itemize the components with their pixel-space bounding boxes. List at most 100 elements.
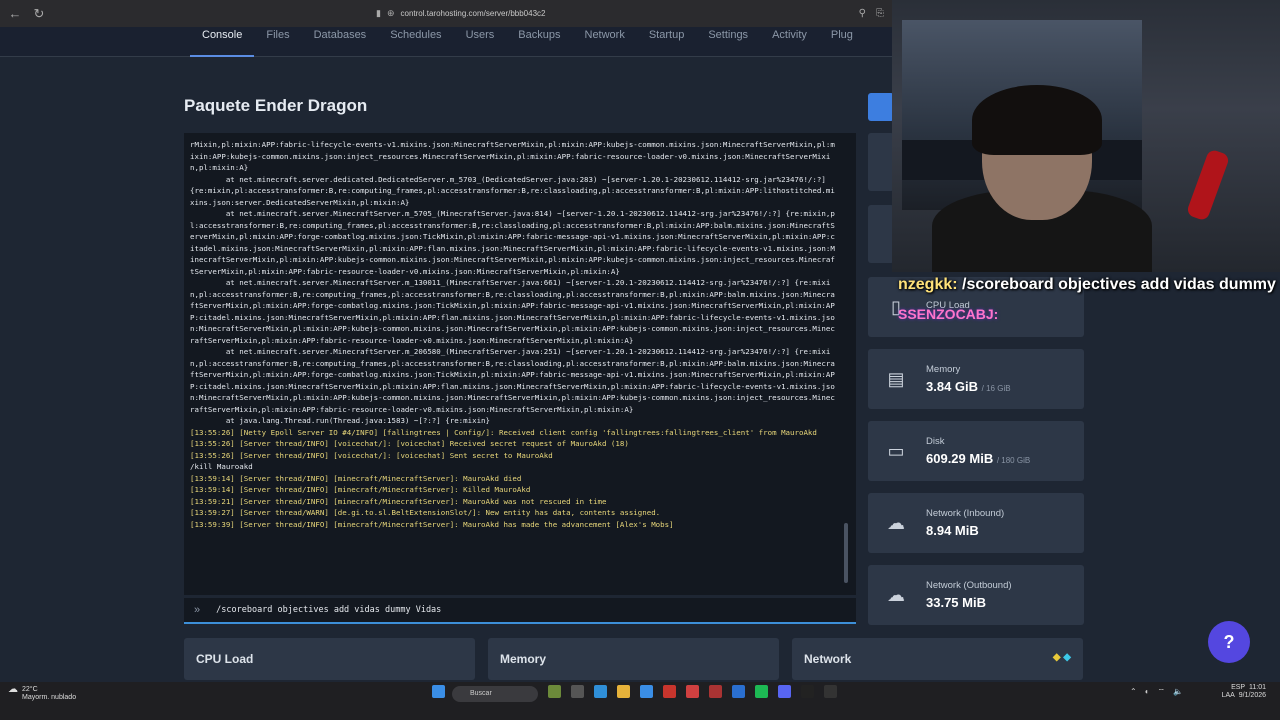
console-scrollbar[interactable]	[844, 523, 848, 583]
weather-icon: ☁	[8, 684, 18, 695]
tray-chevron-icon[interactable]: ⌃	[1130, 687, 1137, 697]
side-card-uptime	[868, 205, 894, 263]
address-bar[interactable]: ▮ ⊕ control.tarohosting.com/server/bbb04…	[376, 8, 545, 19]
tray-app-icon[interactable]: ◐	[1145, 687, 1150, 697]
task-view-icon[interactable]	[571, 685, 584, 698]
tab-schedules[interactable]: Schedules	[378, 27, 453, 57]
stat-value: 3.84 GiB / 16 GiB	[926, 379, 1011, 394]
chart-card-title: CPU Load	[196, 652, 254, 666]
console-line: at java.lang.Thread.run(Thread.java:1583…	[190, 416, 491, 425]
page-title: Paquete Ender Dragon	[184, 96, 368, 115]
console-line: [13:55:26] [Netty Epoll Server IO #4/INF…	[190, 427, 817, 437]
clock-time: 11:01	[1249, 684, 1266, 691]
cloud-download-icon: ☁	[887, 513, 905, 533]
back-icon[interactable]: ←	[8, 6, 22, 21]
tab-plug[interactable]: Plug	[819, 27, 865, 57]
stat-card: ☁ Network (Outbound) 33.75 MiB	[868, 565, 1084, 625]
chart-card-memory: Memory	[488, 638, 779, 680]
chart-card-title: Memory	[500, 652, 547, 666]
system-clock[interactable]: ESP 11:01 LAA 9/1/2026	[1222, 684, 1266, 700]
stat-value-limit: / 16 GiB	[981, 384, 1011, 393]
site-info-icon[interactable]: ⊕	[387, 8, 395, 19]
capcut-icon[interactable]	[801, 685, 814, 698]
stat-card: ☁ Network (Inbound) 8.94 MiB	[868, 493, 1084, 553]
tab-console[interactable]: Console	[190, 27, 255, 57]
stat-label: Memory	[926, 364, 961, 375]
memory-icon: ▤	[887, 369, 905, 389]
console-line: [13:59:21] [Server thread/INFO] [minecra…	[190, 496, 607, 506]
cloud-upload-icon: ☁	[887, 585, 905, 605]
tab-files[interactable]: Files	[254, 27, 301, 57]
browser-toolbar: ← ↻ ▮ ⊕ control.tarohosting.com/server/b…	[0, 0, 892, 27]
server-nav-tabs: Console Files Databases Schedules Users Backu…	[0, 27, 892, 57]
console-line: /kill Mauroakd	[190, 462, 253, 471]
wifi-icon[interactable]: ⌔	[1158, 687, 1166, 697]
app-calendar-icon[interactable]	[709, 685, 722, 698]
spotify-icon[interactable]	[755, 685, 768, 698]
console-line: [13:59:39] [Server thread/INFO] [minecra…	[190, 519, 674, 529]
command-input[interactable]: /scoreboard objectives add vidas dummy V…	[216, 605, 441, 615]
windows-taskbar: ☁ 22°C Mayorm. nublado Buscar ⌃ ◐ ⌔ 🔈 ES…	[0, 682, 1280, 720]
legend-icon: ◆ ◆	[1052, 652, 1071, 663]
tab-network[interactable]: Network	[573, 27, 637, 57]
app-icon[interactable]	[640, 685, 653, 698]
tab-activity[interactable]: Activity	[760, 27, 819, 57]
disk-icon: ▭	[887, 441, 905, 461]
search-placeholder: Buscar	[470, 690, 492, 697]
console-line: at net.minecraft.server.MinecraftServer.…	[190, 278, 835, 345]
console-line: at net.minecraft.server.MinecraftServer.…	[190, 209, 835, 276]
stream-chat-message: nzegkk: /scoreboard objectives add vidas…	[898, 276, 1276, 294]
chart-card-cpu: CPU Load	[184, 638, 475, 680]
app-red-icon[interactable]	[686, 685, 699, 698]
taskbar-search[interactable]: Buscar	[452, 686, 538, 702]
command-input-bar[interactable]: » /scoreboard objectives add vidas dummy…	[184, 598, 856, 624]
volume-icon[interactable]: 🔈	[1173, 687, 1183, 697]
start-icon[interactable]	[432, 685, 445, 698]
obs-icon[interactable]	[824, 685, 837, 698]
tab-settings[interactable]: Settings	[696, 27, 760, 57]
lang-indicator: ESP	[1231, 684, 1246, 691]
tab-backups[interactable]: Backups	[506, 27, 572, 57]
reload-icon[interactable]: ↻	[32, 6, 46, 22]
chat-text: /scoreboard objectives add vidas dummy	[962, 276, 1276, 293]
tab-startup[interactable]: Startup	[637, 27, 696, 57]
zoom-icon[interactable]: ⚲	[859, 8, 866, 19]
console-line: [13:55:26] [Server thread/INFO] [voicech…	[190, 439, 629, 448]
chart-card-network: Network ◆ ◆	[792, 638, 1083, 680]
console-line: [13:59:14] [Server thread/INFO] [minecra…	[190, 473, 522, 483]
stat-card: ▤ Memory 3.84 GiB / 16 GiB	[868, 349, 1084, 409]
tab-users[interactable]: Users	[454, 27, 507, 57]
bookmark-icon[interactable]: ▮	[376, 8, 381, 19]
widgets-icon[interactable]	[548, 685, 561, 698]
app-blue-icon[interactable]	[732, 685, 745, 698]
power-button[interactable]	[868, 93, 894, 121]
stat-label: Disk	[926, 436, 945, 447]
console-line: [13:59:27] [Server thread/WARN] [de.gi.t…	[190, 508, 661, 517]
weather-widget[interactable]: ☁ 22°C Mayorm. nublado	[8, 684, 76, 702]
share-icon[interactable]: ⎘	[876, 8, 884, 19]
console-line: [13:59:14] [Server thread/INFO] [minecra…	[190, 485, 531, 494]
console-line: at net.minecraft.server.dedicated.Dedica…	[190, 174, 835, 207]
brave-icon[interactable]	[663, 685, 676, 698]
weather-temp: 22°C	[22, 686, 38, 693]
edge-icon[interactable]	[594, 685, 607, 698]
stat-value-main: 33.75 MiB	[926, 595, 986, 610]
console-line: at net.minecraft.server.MinecraftServer.…	[190, 347, 835, 414]
stat-value: 8.94 MiB	[926, 523, 1004, 538]
stat-value-limit: / 180 GiB	[996, 456, 1031, 465]
help-button[interactable]: ?	[1208, 621, 1250, 663]
console-output[interactable]: rMixin,pl:mixin:APP:fabric-lifecycle-eve…	[184, 133, 856, 595]
stat-value-main: 609.29 MiB	[926, 451, 994, 466]
stat-value: 33.75 MiB	[926, 595, 1012, 610]
clock-date: 9/1/2026	[1238, 692, 1266, 699]
chart-card-title: Network	[804, 652, 852, 666]
lang-sub: LAA	[1221, 692, 1235, 699]
stat-label: Network (Inbound)	[926, 508, 1005, 519]
webcam-overlay	[892, 0, 1280, 272]
chat-username: nzegkk:	[898, 276, 958, 293]
discord-icon[interactable]	[778, 685, 791, 698]
explorer-icon[interactable]	[617, 685, 630, 698]
stat-label: Network (Outbound)	[926, 580, 1012, 591]
chat-next-user: SSENZOCABJ:	[898, 306, 999, 322]
tab-databases[interactable]: Databases	[302, 27, 379, 57]
